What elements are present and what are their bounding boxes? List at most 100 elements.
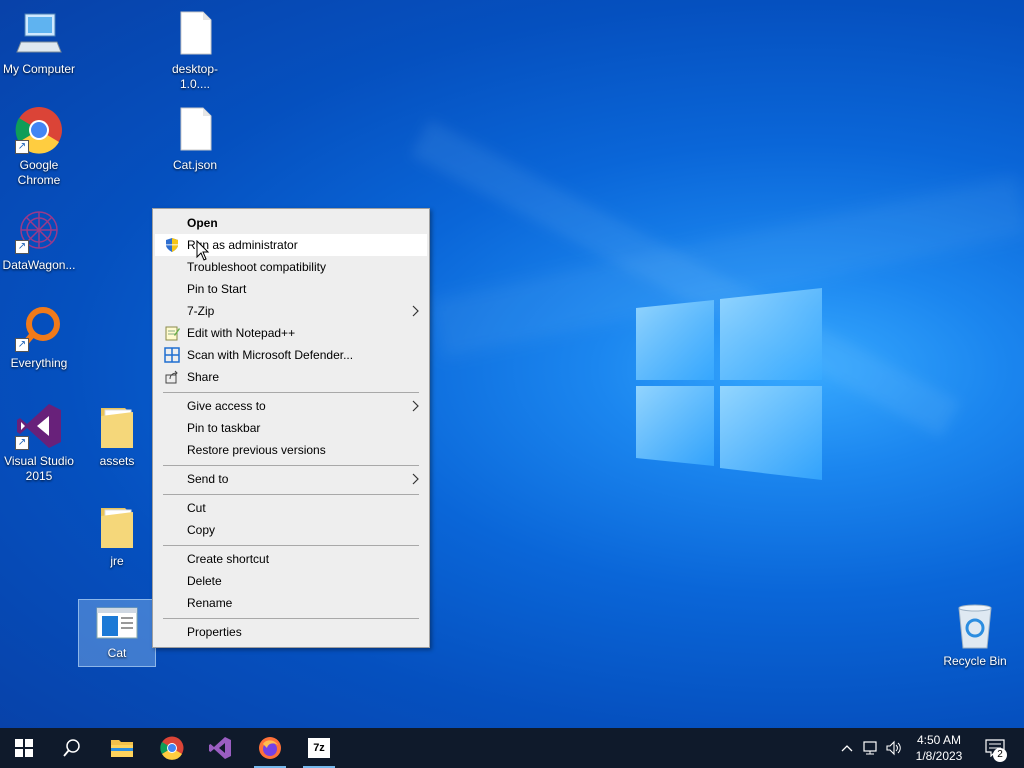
notepad-plus-plus-icon xyxy=(165,326,180,341)
taskbar-visual-studio[interactable] xyxy=(196,728,244,768)
desktop-icon-visual-studio[interactable]: ↗ Visual Studio 2015 xyxy=(1,402,77,484)
action-center-button[interactable]: 2 xyxy=(980,728,1010,768)
desktop-icon-assets[interactable]: assets xyxy=(79,402,155,469)
taskbar-7zip[interactable]: 7z xyxy=(295,728,343,768)
chevron-right-icon xyxy=(412,473,419,485)
desktop-icon-label: assets xyxy=(99,454,135,468)
everything-icon: ↗ xyxy=(15,304,63,352)
desktop-icon-label: My Computer xyxy=(2,62,76,76)
desktop-icon-label: Google Chrome xyxy=(17,158,61,187)
network-icon xyxy=(863,741,877,755)
7zip-icon: 7z xyxy=(308,738,330,758)
desktop-icon-cat[interactable]: Cat xyxy=(78,599,156,667)
desktop-icon-datawagon[interactable]: ↗ DataWagon... xyxy=(1,206,77,273)
menu-item-open[interactable]: Open xyxy=(155,212,427,234)
menu-item-label: Copy xyxy=(187,523,216,537)
search-icon xyxy=(63,739,80,757)
desktop-icon-label: Cat xyxy=(107,646,127,660)
defender-icon xyxy=(164,347,180,363)
desktop-icon-everything[interactable]: ↗ Everything xyxy=(1,304,77,371)
desktop-icon-label: Visual Studio 2015 xyxy=(4,454,74,483)
share-icon xyxy=(165,370,178,384)
menu-item-label: Troubleshoot compatibility xyxy=(187,260,326,274)
menu-item-label: Delete xyxy=(187,574,222,588)
folder-icon xyxy=(93,502,141,550)
menu-item-send-to[interactable]: Send to xyxy=(155,468,427,490)
chevron-right-icon xyxy=(412,400,419,412)
menu-item-label: Cut xyxy=(187,501,206,515)
firefox-icon xyxy=(259,737,281,759)
notification-count-badge: 2 xyxy=(993,748,1007,762)
menu-item-7zip[interactable]: 7-Zip xyxy=(155,300,427,322)
menu-separator xyxy=(163,392,419,393)
desktop-icon-label: jre xyxy=(110,554,124,568)
menu-item-share[interactable]: Share xyxy=(155,366,427,388)
shortcut-arrow-icon: ↗ xyxy=(15,240,29,254)
file-icon xyxy=(171,10,219,58)
desktop-icon-recycle-bin[interactable]: Recycle Bin xyxy=(937,602,1013,669)
menu-separator xyxy=(163,618,419,619)
menu-item-label: Open xyxy=(187,216,218,230)
menu-item-label: Scan with Microsoft Defender... xyxy=(187,348,354,362)
menu-item-label: Restore previous versions xyxy=(187,443,326,457)
desktop-icon-label: Recycle Bin xyxy=(943,654,1007,668)
windows-logo-wallpaper xyxy=(636,288,822,480)
desktop-icon-google-chrome[interactable]: ↗ Google Chrome xyxy=(1,106,77,188)
recycle-bin-icon xyxy=(951,602,999,650)
shortcut-arrow-icon: ↗ xyxy=(15,140,29,154)
menu-item-properties[interactable]: Properties xyxy=(155,621,427,643)
folder-icon xyxy=(93,402,141,450)
taskbar-clock[interactable]: 4:50 AM 1/8/2023 xyxy=(900,732,978,764)
start-button[interactable] xyxy=(0,728,48,768)
desktop-icon-cat-json[interactable]: Cat.json xyxy=(157,106,233,173)
desktop-icon-label: desktop-1.0.... xyxy=(171,62,219,91)
menu-item-label: Properties xyxy=(187,625,242,639)
menu-item-create-shortcut[interactable]: Create shortcut xyxy=(155,548,427,570)
menu-item-label: Edit with Notepad++ xyxy=(187,326,296,340)
taskbar-firefox[interactable] xyxy=(246,728,294,768)
computer-icon xyxy=(15,10,63,58)
menu-item-pin-to-start[interactable]: Pin to Start xyxy=(155,278,427,300)
menu-item-copy[interactable]: Copy xyxy=(155,519,427,541)
desktop-icon-jre[interactable]: jre xyxy=(79,502,155,569)
chevron-up-icon xyxy=(841,745,853,752)
menu-item-label: Send to xyxy=(187,472,229,486)
menu-item-give-access-to[interactable]: Give access to xyxy=(155,395,427,417)
menu-item-label: 7-Zip xyxy=(187,304,215,318)
menu-separator xyxy=(163,545,419,546)
taskbar-file-explorer[interactable] xyxy=(98,728,146,768)
menu-separator xyxy=(163,494,419,495)
search-button[interactable] xyxy=(48,728,96,768)
desktop-icon-my-computer[interactable]: My Computer xyxy=(1,10,77,77)
file-icon xyxy=(171,106,219,154)
menu-item-label: Pin to Start xyxy=(187,282,247,296)
menu-item-cut[interactable]: Cut xyxy=(155,497,427,519)
shortcut-arrow-icon: ↗ xyxy=(15,338,29,352)
network-tray-button[interactable] xyxy=(860,728,882,768)
desktop-icon-label: Cat.json xyxy=(172,158,218,172)
app-icon xyxy=(93,606,141,642)
desktop-icon-desktop-file[interactable]: desktop-1.0.... xyxy=(157,10,233,92)
menu-item-restore-previous-versions[interactable]: Restore previous versions xyxy=(155,439,427,461)
file-explorer-icon xyxy=(111,740,133,757)
menu-item-rename[interactable]: Rename xyxy=(155,592,427,614)
show-hidden-icons-button[interactable] xyxy=(838,728,856,768)
chrome-icon: ↗ xyxy=(15,106,63,154)
menu-item-label: Create shortcut xyxy=(187,552,270,566)
uac-shield-icon xyxy=(166,238,178,252)
visual-studio-icon xyxy=(209,737,231,759)
taskbar: 7z 4:50 AM 1/8/2023 2 xyxy=(0,728,1024,768)
datawagon-icon: ↗ xyxy=(15,206,63,254)
clock-time: 4:50 AM xyxy=(916,733,962,747)
taskbar-chrome[interactable] xyxy=(148,728,196,768)
context-menu: Open Run as administrator Troubleshoot c… xyxy=(152,208,430,648)
start-icon xyxy=(15,739,33,757)
desktop-icon-label: DataWagon... xyxy=(2,258,76,272)
menu-item-label: Give access to xyxy=(187,399,266,413)
menu-item-edit-with-notepad[interactable]: Edit with Notepad++ xyxy=(155,322,427,344)
menu-item-scan-with-defender[interactable]: Scan with Microsoft Defender... xyxy=(155,344,427,366)
menu-item-label: Pin to taskbar xyxy=(187,421,261,435)
desktop-icon-label: Everything xyxy=(10,356,68,370)
menu-item-pin-to-taskbar[interactable]: Pin to taskbar xyxy=(155,417,427,439)
menu-item-delete[interactable]: Delete xyxy=(155,570,427,592)
